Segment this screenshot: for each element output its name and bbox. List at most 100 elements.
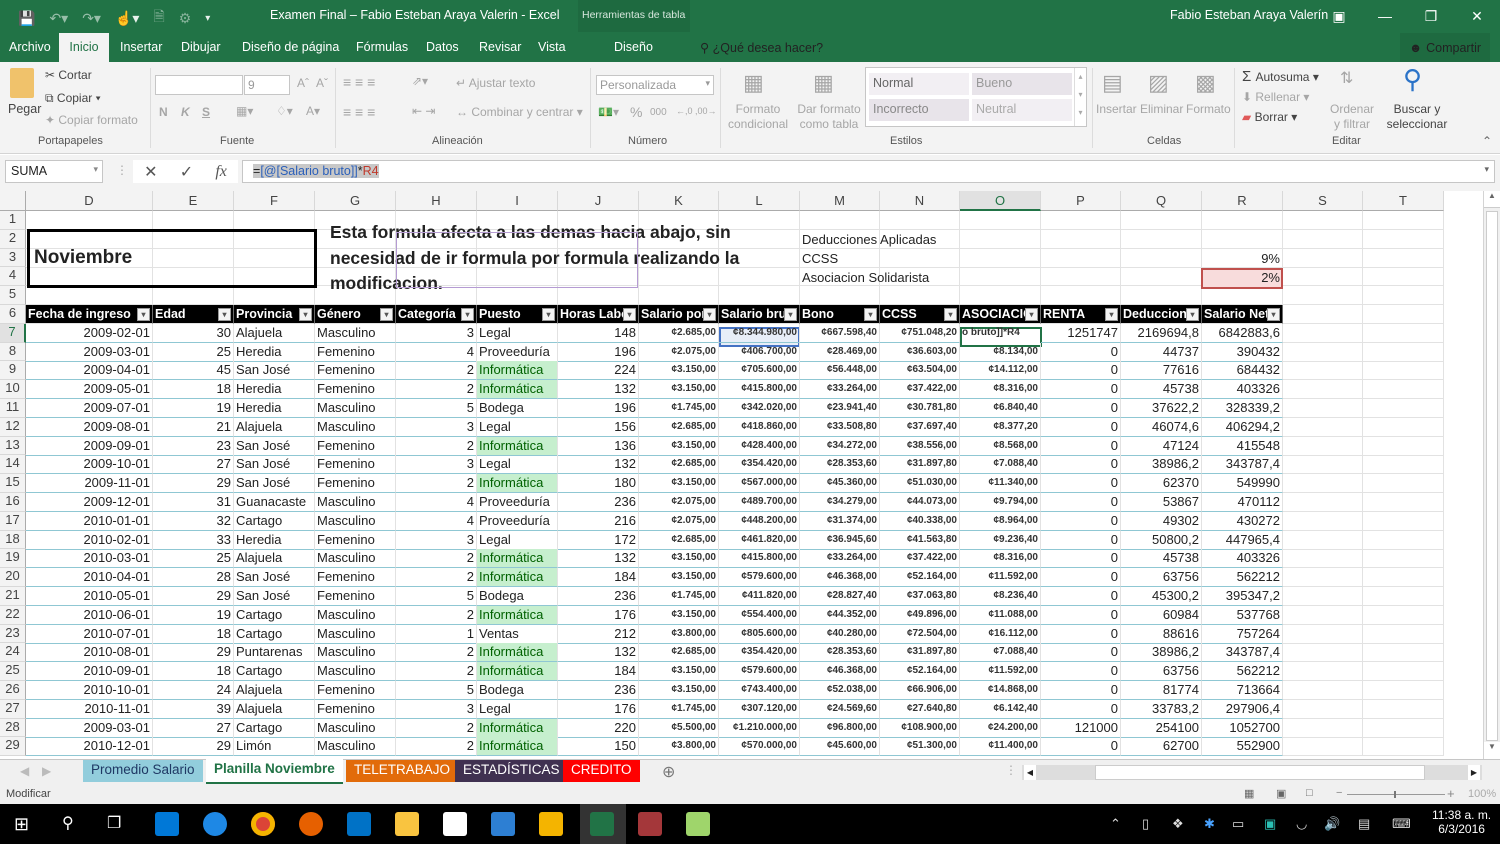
clock[interactable]: 11:38 a. m. 6/3/2016 bbox=[1432, 808, 1491, 836]
eset-icon[interactable]: ▣ bbox=[1264, 816, 1276, 832]
table-cell[interactable]: 2 bbox=[396, 662, 477, 682]
empty-cell[interactable] bbox=[1283, 587, 1363, 606]
excel-icon[interactable] bbox=[590, 812, 614, 836]
table-cell[interactable]: 1052700 bbox=[1202, 718, 1283, 738]
empty-cell[interactable] bbox=[1283, 417, 1363, 437]
table-cell[interactable]: Informática bbox=[477, 436, 558, 456]
table-cell[interactable]: Ventas bbox=[477, 624, 558, 644]
table-cell[interactable]: ¢3.800,00 bbox=[639, 737, 719, 757]
table-cell[interactable]: San José bbox=[234, 474, 315, 494]
table-cell[interactable]: ¢28.827,40 bbox=[800, 587, 880, 606]
table-cell[interactable]: 537768 bbox=[1202, 605, 1283, 625]
table-cell[interactable]: 236 bbox=[558, 587, 639, 606]
table-cell[interactable]: Proveeduría bbox=[477, 511, 558, 531]
table-cell[interactable]: ¢45.360,00 bbox=[800, 474, 880, 494]
table-cell[interactable]: 2009-10-01 bbox=[26, 455, 153, 475]
table-cell[interactable]: 2 bbox=[396, 737, 477, 757]
row-header-2[interactable]: 2 bbox=[0, 229, 26, 249]
table-cell[interactable]: 0 bbox=[1041, 361, 1121, 381]
restore-button[interactable]: ❐ bbox=[1408, 0, 1454, 32]
table-cell[interactable]: ¢46.368,00 bbox=[800, 568, 880, 588]
table-cell[interactable]: 220 bbox=[558, 718, 639, 738]
table-cell[interactable]: ¢3.150,00 bbox=[639, 549, 719, 569]
table-cell[interactable]: 29 bbox=[153, 737, 234, 757]
table-cell[interactable]: ¢28.469,00 bbox=[800, 342, 880, 362]
table-cell[interactable]: ¢14.112,00 bbox=[960, 361, 1041, 381]
tab-split-handle[interactable]: ⋮ bbox=[1005, 763, 1017, 777]
table-cell[interactable]: 0 bbox=[1041, 417, 1121, 437]
table-cell[interactable]: ¢34.272,00 bbox=[800, 436, 880, 456]
table-cell[interactable]: 4 bbox=[396, 493, 477, 512]
table-cell[interactable]: 236 bbox=[558, 681, 639, 700]
empty-cell[interactable] bbox=[1283, 267, 1363, 287]
note-shape-frame[interactable] bbox=[396, 232, 638, 288]
table-cell[interactable]: ¢8.236,40 bbox=[960, 587, 1041, 606]
table-cell[interactable]: Masculino bbox=[315, 643, 396, 663]
filter-dropdown-icon[interactable]: ▾ bbox=[299, 308, 312, 321]
table-cell[interactable]: ¢37.422,00 bbox=[880, 380, 960, 400]
table-cell[interactable]: 21 bbox=[153, 417, 234, 437]
empty-cell[interactable] bbox=[1363, 267, 1444, 287]
table-cell[interactable]: 5 bbox=[396, 399, 477, 418]
outlook-icon[interactable] bbox=[347, 812, 371, 836]
percent-button[interactable]: % bbox=[630, 104, 642, 120]
table-cell[interactable]: 156 bbox=[558, 417, 639, 437]
copy-button[interactable]: ⧉ Copiar ▾ bbox=[45, 91, 101, 106]
empty-cell[interactable] bbox=[234, 211, 315, 230]
table-cell[interactable]: 3 bbox=[396, 530, 477, 550]
table-cell[interactable]: ¢2.685,00 bbox=[639, 323, 719, 343]
table-cell[interactable]: Bodega bbox=[477, 681, 558, 700]
table-cell[interactable]: 2010-07-01 bbox=[26, 624, 153, 644]
column-header-i[interactable]: I bbox=[477, 191, 558, 211]
table-cell[interactable]: Masculino bbox=[315, 624, 396, 644]
align-left-icon[interactable]: ≡ ≡ ≡ bbox=[343, 104, 375, 120]
wifi-icon[interactable]: ◡ bbox=[1296, 816, 1307, 832]
table-cell[interactable]: 60984 bbox=[1121, 605, 1202, 625]
font-shrink-icon[interactable]: Aˇ bbox=[316, 76, 328, 90]
table-header[interactable]: Salario Net ▾ bbox=[1202, 305, 1283, 324]
table-cell[interactable]: Femenino bbox=[315, 587, 396, 606]
table-cell[interactable]: ¢45.600,00 bbox=[800, 737, 880, 757]
table-cell[interactable]: 236 bbox=[558, 493, 639, 512]
internet-explorer-icon[interactable] bbox=[203, 812, 227, 836]
table-cell[interactable]: ¢37.422,00 bbox=[880, 549, 960, 569]
table-cell[interactable]: ¢96.800,00 bbox=[800, 718, 880, 738]
table-cell[interactable]: 44737 bbox=[1121, 342, 1202, 362]
column-header-h[interactable]: H bbox=[396, 191, 477, 211]
table-cell[interactable]: 1251747 bbox=[1041, 323, 1121, 343]
empty-cell[interactable] bbox=[1363, 624, 1444, 644]
delete-cells-button[interactable]: Eliminar bbox=[1140, 102, 1183, 116]
empty-cell[interactable] bbox=[1363, 436, 1444, 456]
horizontal-scroll-thumb[interactable] bbox=[1095, 765, 1425, 780]
row-header-29[interactable]: 29 bbox=[0, 737, 26, 757]
table-cell[interactable]: 0 bbox=[1041, 342, 1121, 362]
table-cell[interactable]: 50800,2 bbox=[1121, 530, 1202, 550]
table-cell[interactable]: 27 bbox=[153, 718, 234, 738]
table-cell[interactable]: Masculino bbox=[315, 662, 396, 682]
horizontal-scrollbar[interactable]: ◀ ▶ bbox=[1022, 765, 1482, 780]
font-grow-icon[interactable]: Aˆ bbox=[297, 76, 309, 90]
table-cell[interactable]: 0 bbox=[1041, 643, 1121, 663]
empty-cell[interactable] bbox=[1363, 643, 1444, 663]
table-cell[interactable]: ¢34.279,00 bbox=[800, 493, 880, 512]
table-cell[interactable]: Femenino bbox=[315, 380, 396, 400]
table-cell[interactable]: ¢51.030,00 bbox=[880, 474, 960, 494]
empty-cell[interactable] bbox=[1283, 718, 1363, 738]
empty-cell[interactable] bbox=[1283, 323, 1363, 343]
select-all-corner[interactable] bbox=[0, 191, 26, 211]
table-cell[interactable]: ¢11.592,00 bbox=[960, 568, 1041, 588]
table-header[interactable]: Puesto ▾ bbox=[477, 305, 558, 324]
table-cell[interactable]: 0 bbox=[1041, 455, 1121, 475]
contacts-icon[interactable] bbox=[491, 812, 515, 836]
empty-cell[interactable] bbox=[1041, 211, 1121, 230]
table-cell[interactable]: Informática bbox=[477, 474, 558, 494]
table-cell[interactable]: Alajuela bbox=[234, 549, 315, 569]
user-name[interactable]: Fabio Esteban Araya Valerín bbox=[1170, 8, 1328, 22]
table-cell[interactable]: 2009-12-01 bbox=[26, 493, 153, 512]
row-header-22[interactable]: 22 bbox=[0, 605, 26, 625]
table-cell[interactable]: Femenino bbox=[315, 699, 396, 719]
vertical-scroll-thumb[interactable] bbox=[1486, 211, 1498, 741]
tab-insertar[interactable]: Insertar bbox=[120, 40, 162, 54]
table-cell[interactable]: 552900 bbox=[1202, 737, 1283, 757]
editing-cell[interactable]: o bruto]]*R4 bbox=[960, 324, 1041, 343]
